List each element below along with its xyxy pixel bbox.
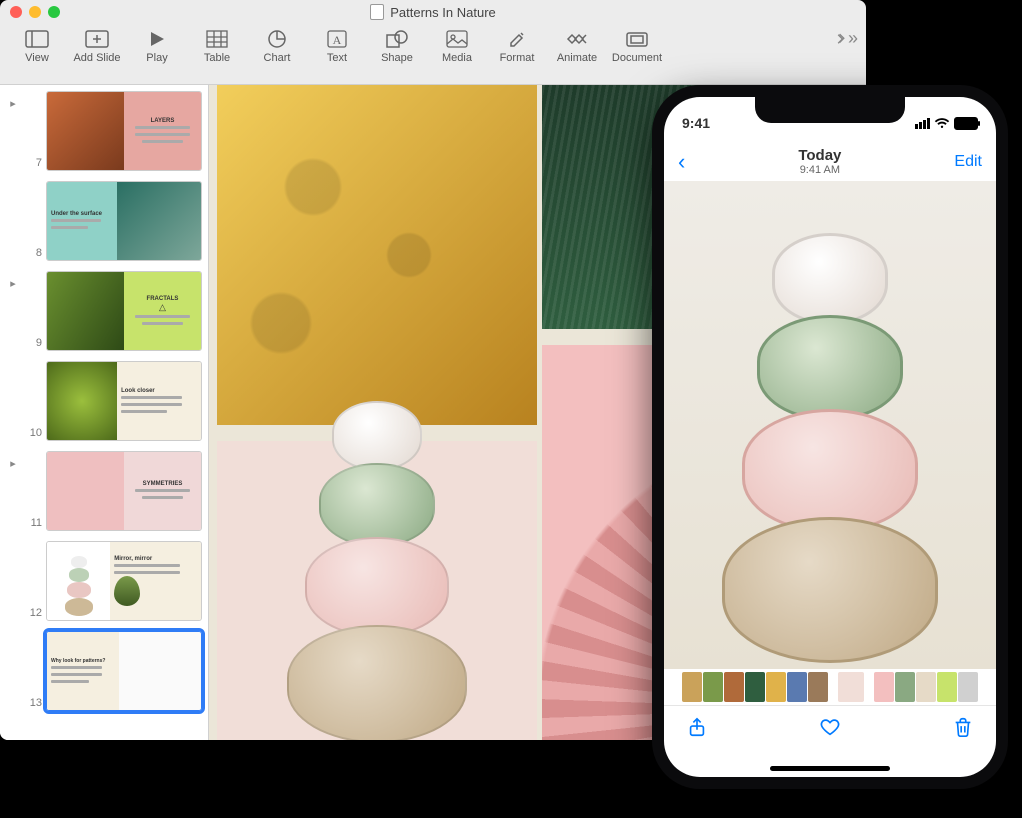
- play-label: Play: [146, 52, 167, 64]
- format-icon: [503, 28, 531, 50]
- zoom-button[interactable]: [48, 6, 60, 18]
- slide-thumbnail[interactable]: ▸ 7 LAYERS: [6, 91, 202, 171]
- share-button[interactable]: [686, 716, 708, 741]
- iphone-device: 9:41 ‹ Today 9:41 AM Edit: [652, 85, 1008, 789]
- photo-time: 9:41 AM: [798, 164, 841, 176]
- slide-thumbnail[interactable]: 13 Why look for patterns?: [6, 631, 202, 711]
- slide-number: 8: [24, 247, 42, 259]
- wifi-icon: [934, 117, 950, 129]
- slide-thumbnail[interactable]: 12 Mirror, mirror: [6, 541, 202, 621]
- slide-number: 7: [24, 157, 42, 169]
- slide-thumbnail[interactable]: 10 Look closer: [6, 361, 202, 441]
- slide-title: Look closer: [121, 388, 155, 394]
- minimize-button[interactable]: [29, 6, 41, 18]
- window-title-text: Patterns In Nature: [390, 5, 496, 20]
- signal-icon: [915, 118, 930, 129]
- slide-title: Under the surface: [51, 211, 102, 217]
- document-button[interactable]: Document: [608, 28, 666, 64]
- shape-button[interactable]: Shape: [368, 28, 426, 64]
- document-icon: [623, 28, 651, 50]
- slide-title: LAYERS: [151, 118, 175, 124]
- slide-number: 10: [24, 427, 42, 439]
- titlebar: Patterns In Nature: [0, 0, 866, 24]
- disclosure-triangle-icon[interactable]: ▸: [6, 97, 20, 110]
- slide-title: Mirror, mirror: [114, 556, 152, 562]
- photo-content: [722, 233, 938, 663]
- document-icon: [370, 4, 384, 20]
- table-button[interactable]: Table: [188, 28, 246, 64]
- chart-button[interactable]: Chart: [248, 28, 306, 64]
- play-button[interactable]: Play: [128, 28, 186, 64]
- format-label: Format: [500, 52, 535, 64]
- animate-button[interactable]: Animate: [548, 28, 606, 64]
- slide-number: 9: [24, 337, 42, 349]
- add-slide-label: Add Slide: [73, 52, 120, 64]
- view-icon: [23, 28, 51, 50]
- slide-navigator[interactable]: ▸ 7 LAYERS 8 Under the surface: [0, 85, 209, 740]
- shape-label: Shape: [381, 52, 413, 64]
- photo-scrubber[interactable]: [664, 669, 996, 705]
- photo-viewer[interactable]: [664, 181, 996, 669]
- format-button[interactable]: Format: [488, 28, 546, 64]
- animate-icon: [563, 28, 591, 50]
- toolbar: View Add Slide Play Table: [0, 24, 866, 85]
- home-indicator[interactable]: [770, 766, 890, 771]
- slide-thumbnail[interactable]: ▸ 11 SYMMETRIES: [6, 451, 202, 531]
- battery-icon: [954, 117, 978, 130]
- media-label: Media: [442, 52, 472, 64]
- slide-number: 12: [24, 607, 42, 619]
- svg-text:A: A: [333, 33, 342, 47]
- photos-nav-bar: ‹ Today 9:41 AM Edit: [664, 143, 996, 181]
- plus-icon: [83, 28, 111, 50]
- table-icon: [203, 28, 231, 50]
- media-icon: [443, 28, 471, 50]
- shape-icon: [383, 28, 411, 50]
- text-button[interactable]: A Text: [308, 28, 366, 64]
- slide-image-urchins[interactable]: [217, 441, 537, 740]
- window-title: Patterns In Nature: [0, 4, 866, 20]
- view-label: View: [25, 52, 49, 64]
- slide-thumbnail[interactable]: ▸ 9 FRACTALS△: [6, 271, 202, 351]
- table-label: Table: [204, 52, 230, 64]
- status-time: 9:41: [682, 115, 710, 131]
- view-button[interactable]: View: [8, 28, 66, 64]
- favorite-button[interactable]: [819, 716, 841, 741]
- chart-icon: [263, 28, 291, 50]
- slide-title: SYMMETRIES: [143, 481, 183, 487]
- notch: [755, 97, 905, 123]
- document-label: Document: [612, 52, 662, 64]
- close-button[interactable]: [10, 6, 22, 18]
- media-button[interactable]: Media: [428, 28, 486, 64]
- text-icon: A: [323, 28, 351, 50]
- slide-number: 11: [24, 517, 42, 529]
- chart-label: Chart: [264, 52, 291, 64]
- photo-title: Today 9:41 AM: [798, 148, 841, 177]
- window-controls: [10, 6, 60, 18]
- photo-date: Today: [798, 148, 841, 165]
- slide-title: Why look for patterns?: [51, 658, 105, 664]
- delete-button[interactable]: [952, 716, 974, 741]
- add-slide-button[interactable]: Add Slide: [68, 28, 126, 64]
- toolbar-overflow-button[interactable]: »: [834, 28, 858, 49]
- disclosure-triangle-icon[interactable]: ▸: [6, 457, 20, 470]
- animate-label: Animate: [557, 52, 597, 64]
- play-icon: [143, 28, 171, 50]
- edit-button[interactable]: Edit: [954, 153, 982, 171]
- slide-image-honeycomb[interactable]: [217, 85, 537, 425]
- slide-thumbnail[interactable]: 8 Under the surface: [6, 181, 202, 261]
- photos-toolbar: [664, 705, 996, 750]
- back-button[interactable]: ‹: [678, 149, 685, 175]
- text-label: Text: [327, 52, 347, 64]
- disclosure-triangle-icon[interactable]: ▸: [6, 277, 20, 290]
- slide-number: 13: [24, 697, 42, 709]
